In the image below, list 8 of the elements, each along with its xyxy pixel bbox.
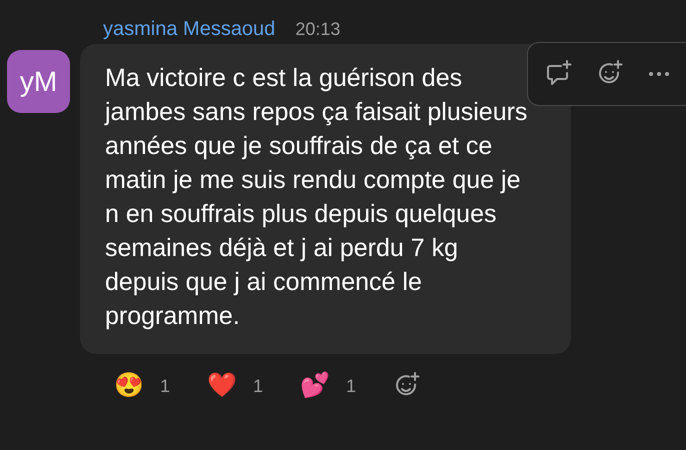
author-name[interactable]: yasmina Messaoud [103, 14, 276, 44]
reaction-chip[interactable]: 💕 1 [300, 368, 393, 404]
more-icon[interactable] [648, 71, 670, 77]
avatar[interactable]: yM [7, 50, 70, 113]
reaction-chip[interactable]: 😍 1 [114, 368, 207, 404]
message-text: Ma victoire c est la guérison des jambes sans repos ça faisait plusieurs années que je souffrais de ça et ce matin je me suis rendu compte que je n en souffrais plus depuis quelques semaines déjà et j ai perdu 7 kg depuis que j ai commencé le programme. [105, 63, 528, 332]
reaction-chip[interactable]: ❤ 1 [207, 368, 300, 404]
message-time: 20:13 [295, 18, 340, 41]
